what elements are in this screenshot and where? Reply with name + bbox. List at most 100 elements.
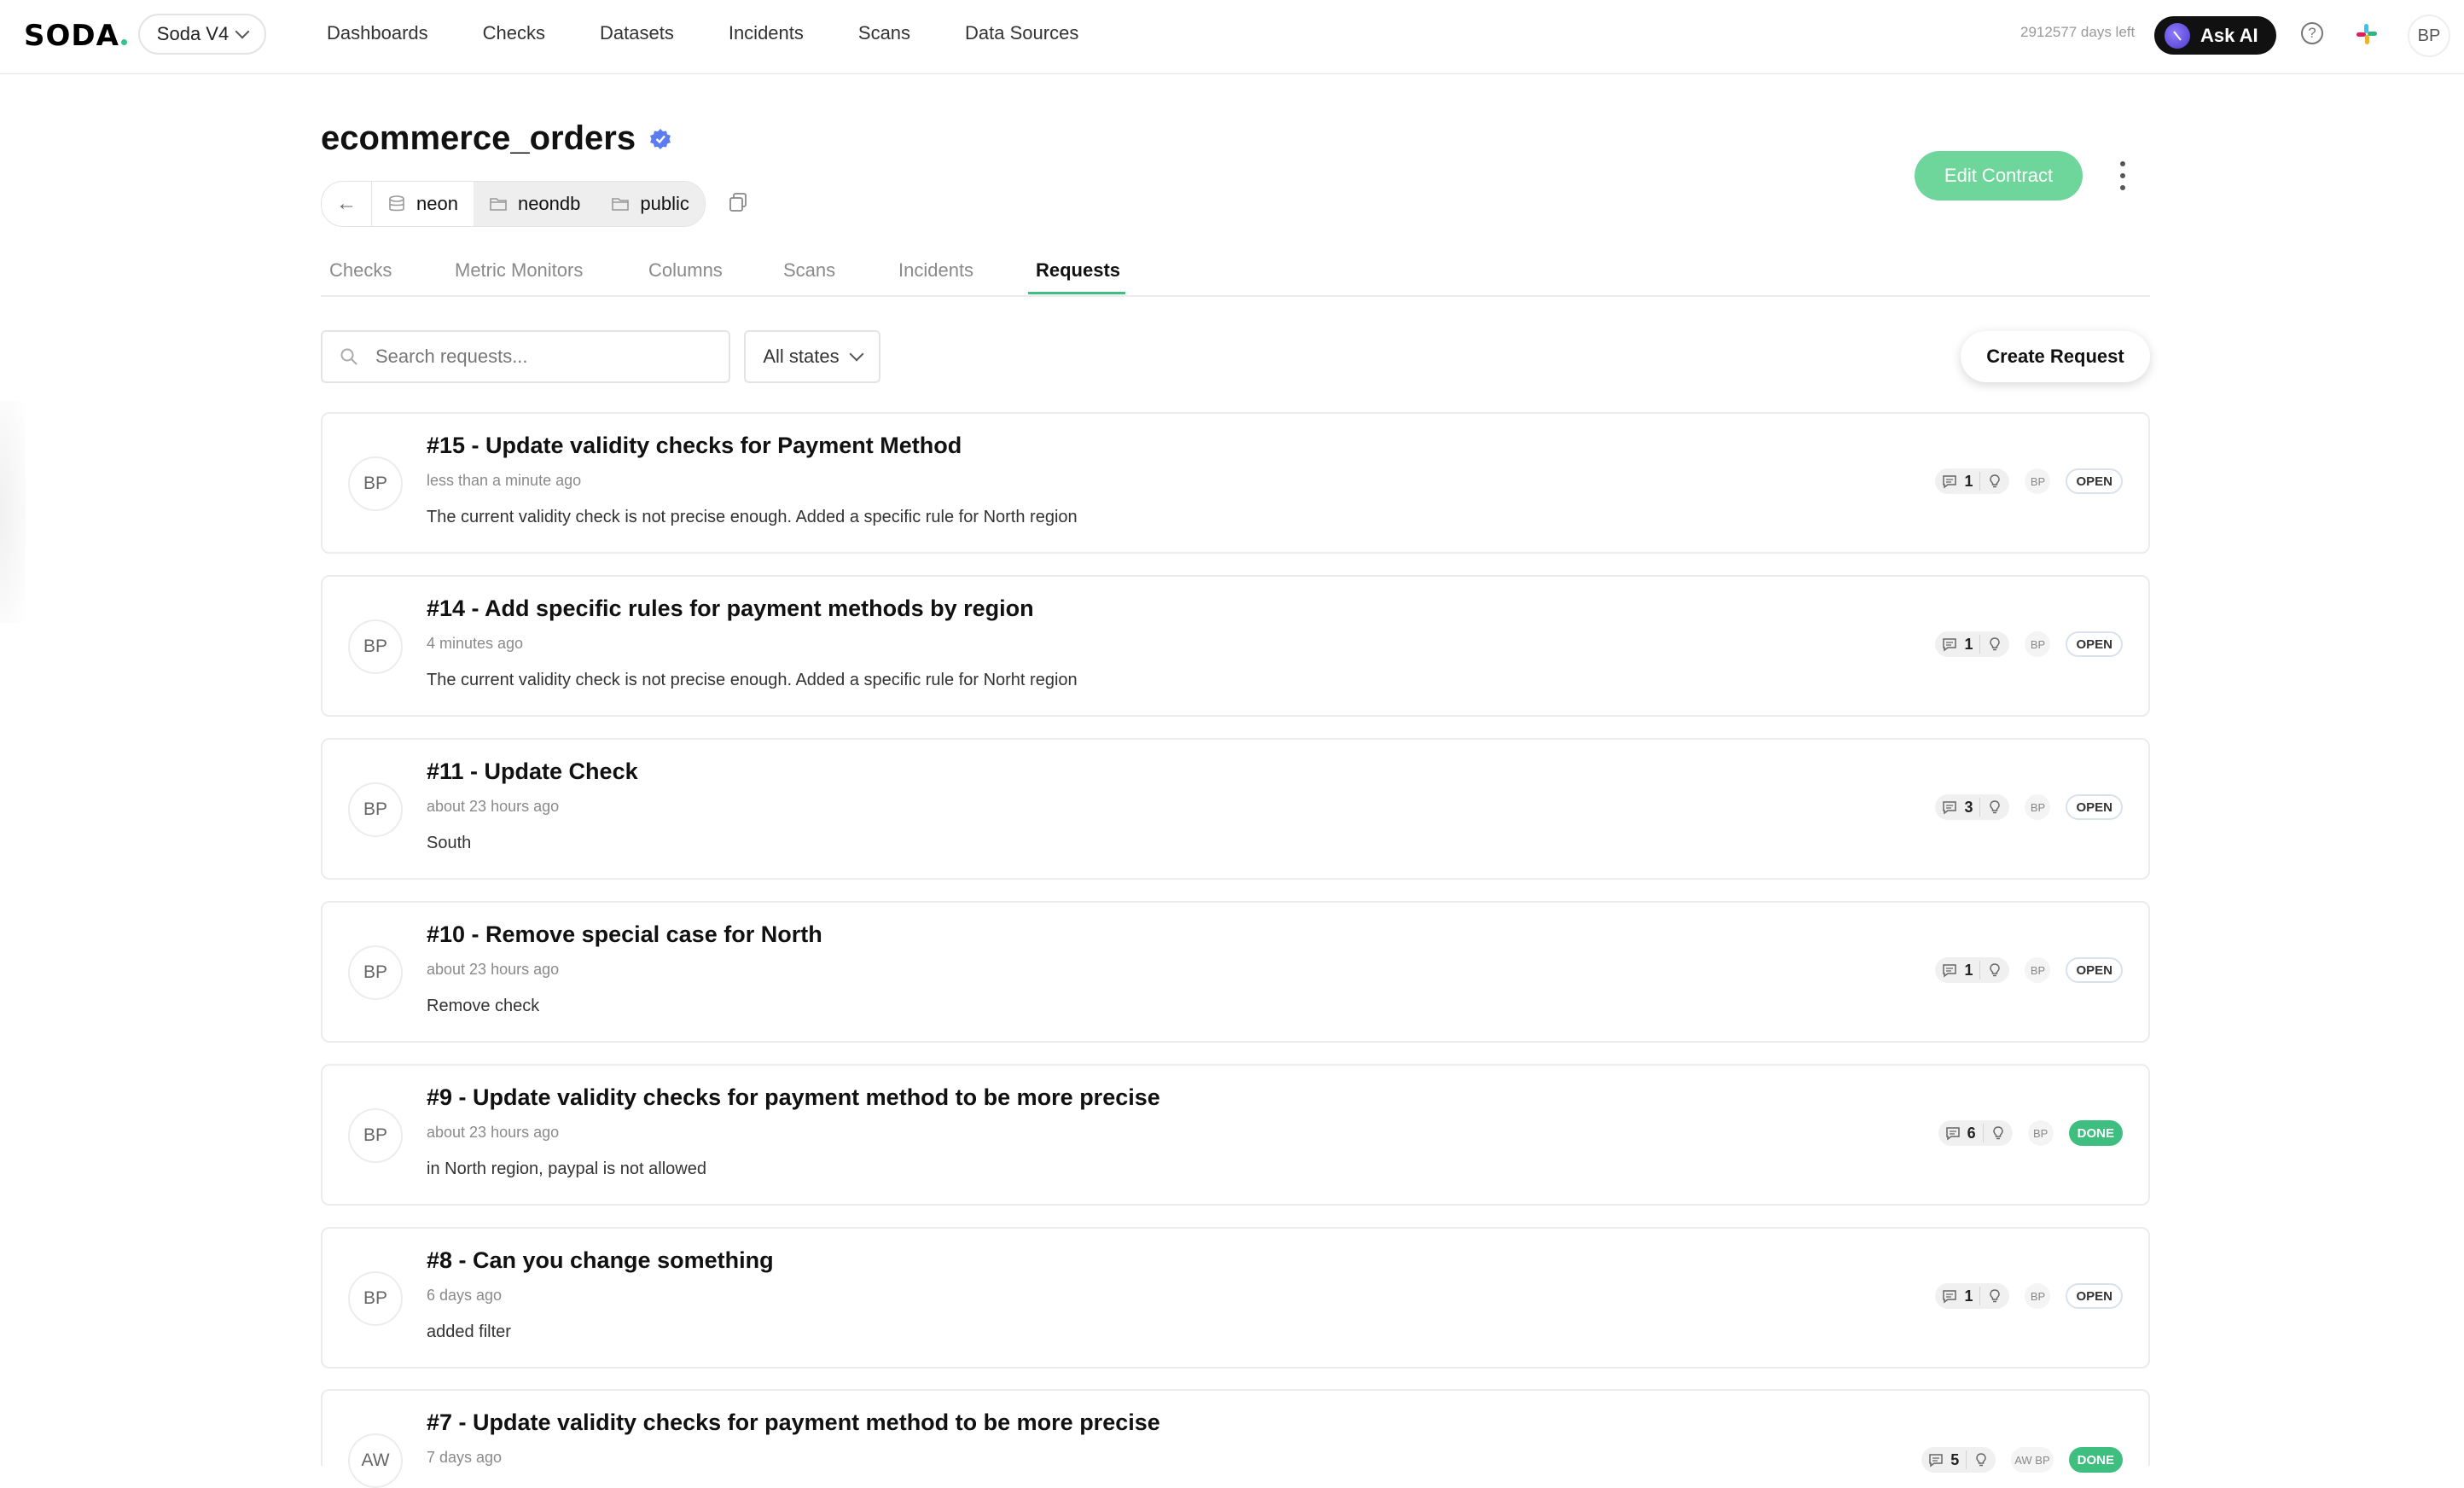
request-card[interactable]: BP #15 - Update validity checks for Paym… — [321, 412, 2150, 554]
request-title[interactable]: #14 - Add specific rules for payment met… — [427, 596, 1034, 622]
copy-icon[interactable] — [727, 191, 749, 213]
request-card[interactable]: BP #9 - Update validity checks for payme… — [321, 1064, 2150, 1206]
nav-datasets[interactable]: Datasets — [600, 22, 674, 44]
activity-counts: 1 — [1935, 468, 2010, 494]
breadcrumb-label: public — [640, 193, 689, 214]
request-card[interactable]: BP #10 - Remove special case for North a… — [321, 901, 2150, 1043]
author-avatar: BP — [348, 456, 403, 511]
comment-icon — [1945, 1127, 1960, 1141]
trial-days-left: 2912577 days left — [2020, 24, 2136, 40]
tab-metric-monitors[interactable]: Metric Monitors — [455, 259, 583, 282]
search-requests-box[interactable] — [321, 330, 730, 383]
request-card[interactable]: AW #7 - Update validity checks for payme… — [321, 1389, 2150, 1488]
request-title[interactable]: #8 - Can you change something — [427, 1247, 774, 1274]
verified-badge-icon — [650, 128, 671, 149]
workspace-selector[interactable]: Soda V4 — [138, 14, 266, 55]
side-panel-edge — [0, 401, 26, 623]
author-avatar: BP — [348, 945, 403, 1000]
lightbulb-icon — [1990, 800, 2001, 814]
participant-avatars: BP — [2025, 794, 2051, 820]
participant-avatars: BP — [2025, 631, 2051, 657]
comment-count: 1 — [1964, 961, 1973, 979]
top-navigation-bar: SODA Soda V4 Dashboards Checks Datasets … — [0, 0, 2464, 74]
request-meta: 6 BP DONE — [1938, 1120, 2123, 1146]
request-title[interactable]: #15 - Update validity checks for Payment… — [427, 433, 962, 459]
search-input[interactable] — [374, 345, 701, 369]
request-time: 4 minutes ago — [427, 635, 524, 652]
participant-avatars: BP — [2025, 468, 2051, 494]
tab-checks[interactable]: Checks — [329, 259, 392, 282]
database-icon — [389, 195, 404, 212]
participant-avatars: AW BP — [2011, 1447, 2054, 1473]
state-filter-dropdown[interactable]: All states — [744, 330, 880, 383]
comment-count: 1 — [1964, 472, 1973, 490]
status-badge: OPEN — [2066, 468, 2123, 494]
user-avatar[interactable]: BP — [2408, 15, 2450, 57]
activity-counts: 6 — [1938, 1120, 2013, 1146]
request-meta: 3 BP OPEN — [1935, 794, 2123, 820]
back-arrow-icon[interactable]: ← — [322, 182, 372, 226]
nav-checks[interactable]: Checks — [483, 22, 545, 44]
nav-data-sources[interactable]: Data Sources — [965, 22, 1078, 44]
tab-incidents[interactable]: Incidents — [898, 259, 973, 282]
participant-avatars: BP — [2025, 1283, 2051, 1309]
request-meta: 1 BP OPEN — [1935, 631, 2123, 657]
request-card[interactable]: BP #14 - Add specific rules for payment … — [321, 575, 2150, 717]
ai-orb-icon — [2165, 22, 2190, 49]
request-description: The current validity check is not precis… — [427, 508, 1078, 526]
request-description: added filter — [427, 1322, 511, 1341]
request-time: about 23 hours ago — [427, 798, 560, 815]
logo-dot — [120, 38, 127, 45]
edit-contract-button[interactable]: Edit Contract — [1915, 151, 2083, 201]
ask-ai-button[interactable]: Ask AI — [2154, 16, 2276, 55]
comment-icon — [1943, 638, 1957, 652]
author-avatar: BP — [348, 1108, 403, 1163]
breadcrumb-label: neon — [416, 193, 458, 214]
activity-counts: 3 — [1935, 794, 2010, 820]
request-description: in North region, paypal is not allowed — [427, 1160, 706, 1178]
request-title[interactable]: #9 - Update validity checks for payment … — [427, 1084, 1160, 1111]
help-icon[interactable]: ? — [2301, 22, 2323, 44]
breadcrumb: ← neon neondb public — [321, 181, 706, 227]
request-meta: 1 BP OPEN — [1935, 468, 2123, 494]
tab-scans[interactable]: Scans — [783, 259, 835, 282]
slack-icon[interactable] — [2355, 22, 2379, 46]
request-meta: 5 AW BP DONE — [1921, 1447, 2123, 1473]
dataset-title-row: ecommerce_orders — [321, 119, 671, 158]
soda-logo[interactable]: SODA — [24, 19, 127, 53]
tab-requests[interactable]: Requests — [1036, 259, 1120, 282]
request-title[interactable]: #11 - Update Check — [427, 759, 638, 785]
activity-counts: 5 — [1921, 1447, 1996, 1473]
request-card[interactable]: BP #8 - Can you change something 6 days … — [321, 1227, 2150, 1369]
activity-counts: 1 — [1935, 957, 2010, 983]
nav-incidents[interactable]: Incidents — [729, 22, 804, 44]
request-description: The current validity check is not precis… — [427, 671, 1078, 689]
state-filter-label: All states — [763, 346, 840, 367]
status-badge: DONE — [2068, 1447, 2123, 1473]
create-request-button[interactable]: Create Request — [1961, 331, 2150, 382]
main-nav: Dashboards Checks Datasets Incidents Sca… — [327, 22, 1133, 44]
comment-count: 1 — [1964, 635, 1973, 653]
request-card[interactable]: BP #11 - Update Check about 23 hours ago… — [321, 738, 2150, 880]
comment-count: 6 — [1967, 1124, 1976, 1142]
activity-counts: 1 — [1935, 631, 2010, 657]
breadcrumb-schema[interactable]: public — [596, 182, 705, 226]
more-options-icon[interactable] — [2115, 161, 2130, 190]
nav-scans[interactable]: Scans — [858, 22, 910, 44]
search-icon — [340, 348, 357, 365]
breadcrumb-datasource[interactable]: neon — [372, 182, 474, 226]
tab-columns[interactable]: Columns — [648, 259, 723, 282]
breadcrumb-database[interactable]: neondb — [473, 182, 596, 226]
request-title[interactable]: #10 - Remove special case for North — [427, 921, 822, 948]
author-avatar: AW — [348, 1433, 403, 1488]
chevron-down-icon — [849, 346, 864, 362]
breadcrumb-label: neondb — [517, 193, 581, 214]
comment-icon — [1943, 1290, 1957, 1304]
status-badge: OPEN — [2066, 957, 2123, 983]
comment-icon — [1943, 475, 1957, 489]
request-description: South — [427, 834, 472, 852]
request-title[interactable]: #7 - Update validity checks for payment … — [427, 1410, 1160, 1436]
nav-dashboards[interactable]: Dashboards — [327, 22, 428, 44]
folder-icon — [612, 198, 630, 211]
workspace-label: Soda V4 — [156, 23, 230, 44]
